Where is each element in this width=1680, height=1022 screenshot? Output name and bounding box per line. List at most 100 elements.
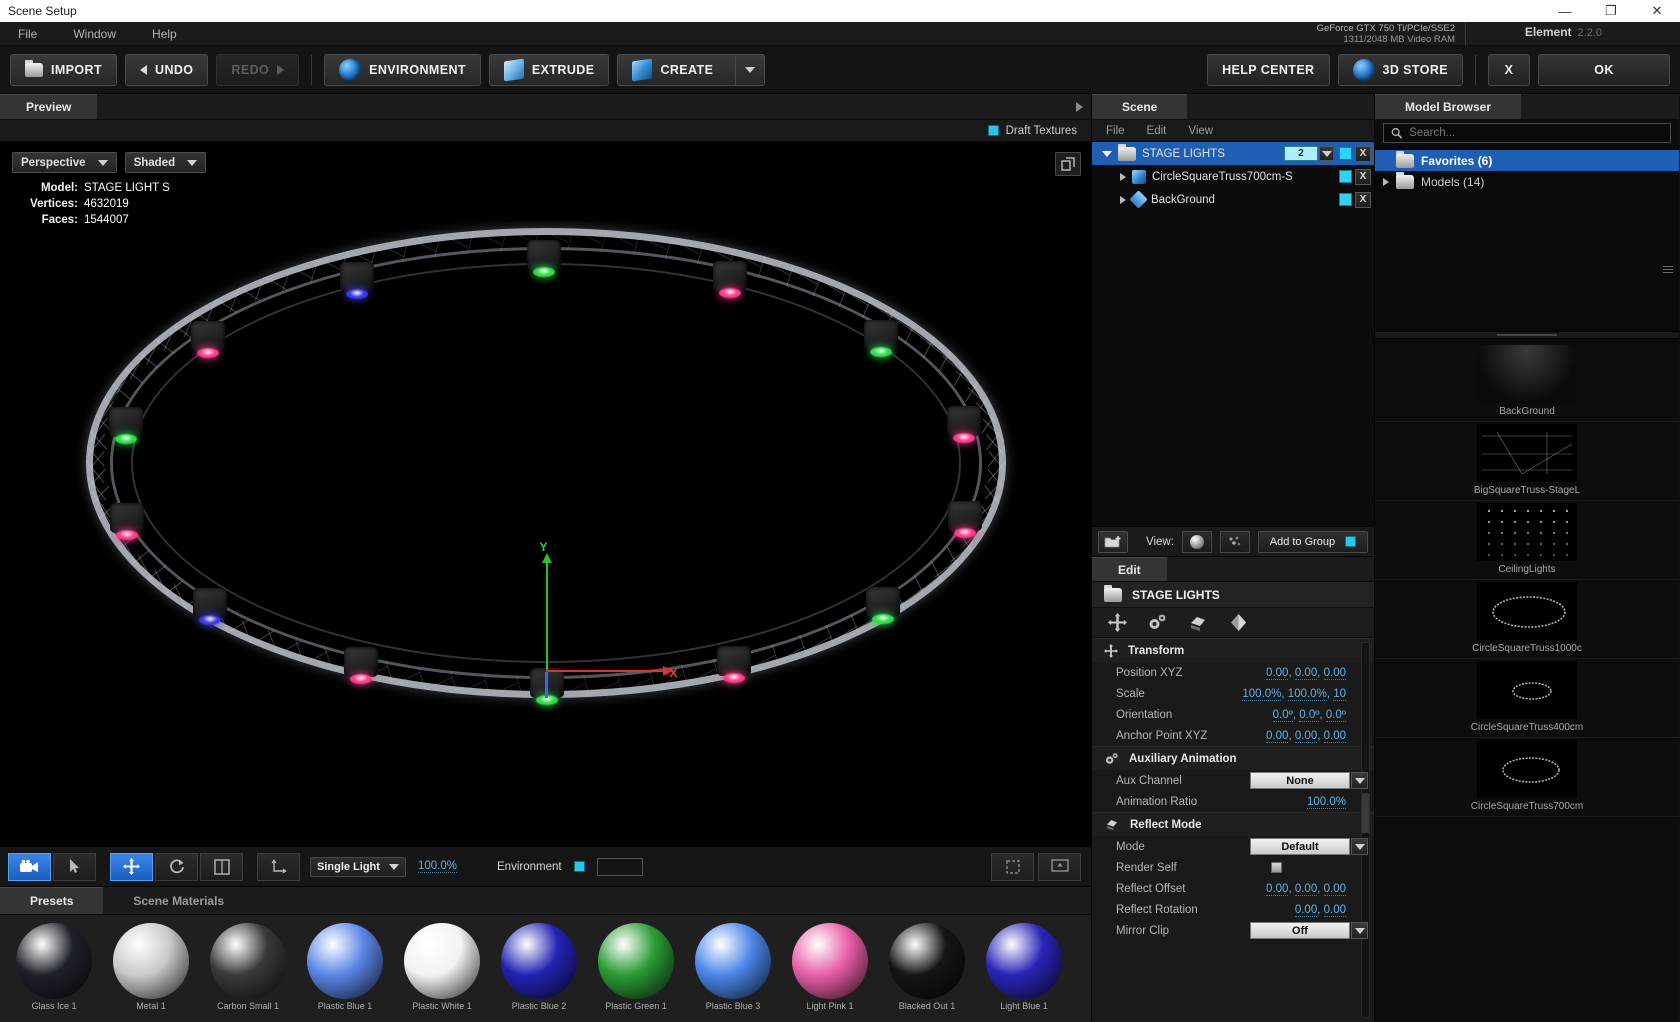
property-value[interactable]: 0.00, 0.00, 0.00 [1266, 666, 1346, 680]
model-thumbnail[interactable]: BackGround [1375, 343, 1679, 422]
import-button[interactable]: IMPORT [10, 53, 118, 86]
undo-button[interactable]: UNDO [125, 53, 209, 86]
menu-item-file[interactable]: File [12, 25, 43, 43]
draft-textures-checkbox[interactable] [987, 125, 999, 136]
visibility-checkbox[interactable] [1339, 147, 1352, 160]
property-value[interactable]: 100.0%, 100.0%, 10 [1242, 687, 1346, 701]
new-group-button[interactable] [1098, 530, 1128, 553]
material-item[interactable]: Metal 1 [113, 923, 189, 1011]
expand-arrow-icon[interactable] [1383, 177, 1389, 186]
store-button[interactable]: 3D STORE [1337, 53, 1463, 86]
material-item[interactable]: Carbon Small 1 [210, 923, 286, 1011]
move-icon[interactable] [1108, 613, 1127, 632]
material-item[interactable]: Blacked Out 1 [889, 923, 965, 1011]
tab-edit[interactable]: Edit [1092, 557, 1167, 581]
move-tool-button[interactable] [110, 852, 153, 881]
camera-mode-dropdown[interactable]: Perspective [12, 152, 117, 173]
help-center-button[interactable]: HELP CENTER [1207, 53, 1330, 86]
reflect-icon[interactable] [1187, 614, 1209, 632]
material-item[interactable]: Light Blue 1 [986, 923, 1062, 1011]
scene-tree-row[interactable]: STAGE LIGHTS 2 X [1092, 142, 1374, 165]
resize-grip-icon[interactable] [1663, 266, 1673, 278]
tab-scene[interactable]: Scene [1092, 94, 1188, 119]
material-item[interactable]: Plastic Blue 3 [695, 923, 771, 1011]
light-intensity-value[interactable]: 100.0% [418, 860, 458, 873]
expand-arrow-icon[interactable] [1120, 195, 1126, 204]
property-value[interactable]: 0.00, 0.00, 0.00 [1266, 729, 1346, 743]
chevron-down-icon[interactable] [1351, 838, 1368, 855]
material-item[interactable]: Plastic Blue 2 [501, 923, 577, 1011]
scene-tree-row[interactable]: BackGround X [1092, 188, 1374, 211]
scene-menu-view[interactable]: View [1188, 125, 1213, 137]
view-shaded-button[interactable] [1181, 530, 1212, 553]
extrude-button[interactable]: EXTRUDE [488, 53, 610, 86]
material-item[interactable]: Glass Ice 1 [16, 923, 92, 1011]
chevron-down-icon[interactable] [1351, 922, 1368, 939]
delete-button[interactable]: X [1355, 168, 1371, 185]
expand-arrow-icon[interactable] [1102, 150, 1112, 157]
light-mode-dropdown[interactable]: Single Light [310, 856, 406, 877]
property-dropdown[interactable]: None [1250, 772, 1350, 789]
search-box[interactable] [1383, 123, 1671, 143]
fullscreen-toggle-button[interactable] [1055, 152, 1081, 176]
add-to-group-button[interactable]: Add to Group [1257, 530, 1368, 553]
axis-space-button[interactable] [257, 852, 300, 881]
redo-button[interactable]: REDO [216, 53, 300, 86]
tab-preview[interactable]: Preview [0, 94, 98, 119]
add-to-group-checkbox[interactable] [1345, 536, 1357, 547]
model-browser-splitter[interactable] [1375, 331, 1679, 339]
ok-button[interactable]: OK [1538, 53, 1670, 86]
gears-icon[interactable] [1147, 613, 1167, 632]
model-browser-row[interactable]: Models (14) [1375, 171, 1679, 192]
property-checkbox[interactable] [1271, 862, 1282, 873]
property-dropdown[interactable]: Default [1250, 838, 1350, 855]
cancel-button[interactable]: X [1488, 53, 1530, 86]
mirror-icon[interactable] [1229, 613, 1248, 632]
tab-scene-materials[interactable]: Scene Materials [103, 887, 255, 914]
model-thumbnail[interactable]: CircleSquareTruss1000c [1375, 580, 1679, 659]
property-value[interactable]: 0.0º, 0.0º, 0.0º [1272, 708, 1346, 722]
scale-tool-button[interactable] [200, 852, 243, 881]
shading-mode-dropdown[interactable]: Shaded [124, 152, 207, 173]
model-thumbnail[interactable]: CeilingLights [1375, 501, 1679, 580]
model-browser-row[interactable]: Favorites (6) [1375, 150, 1679, 171]
rotate-tool-button[interactable] [155, 852, 198, 881]
property-value[interactable]: 0.00, 0.00 [1294, 903, 1346, 917]
chevron-down-icon[interactable] [1319, 146, 1334, 161]
expand-arrow-icon[interactable] [1120, 172, 1126, 181]
viewport-3d[interactable]: Perspective Shaded Model: STAGE LIGHT S V… [0, 142, 1091, 846]
tab-model-browser[interactable]: Model Browser [1375, 94, 1522, 119]
menu-item-help[interactable]: Help [146, 25, 183, 43]
property-group-header[interactable]: Transform [1092, 638, 1374, 662]
tab-presets[interactable]: Presets [0, 887, 104, 914]
search-input[interactable] [1409, 127, 1663, 139]
model-thumbnail[interactable]: BigSquareTruss-StageL [1375, 422, 1679, 501]
material-item[interactable]: Plastic Blue 1 [307, 923, 383, 1011]
property-dropdown[interactable]: Off [1250, 922, 1350, 939]
create-dropdown-toggle[interactable] [735, 54, 764, 85]
grid-toggle-button[interactable] [991, 852, 1034, 881]
environment-checkbox[interactable] [573, 861, 585, 872]
select-tool-button[interactable] [53, 852, 96, 881]
model-thumbnail[interactable]: CircleSquareTruss700cm [1375, 738, 1679, 817]
close-icon[interactable]: ✕ [1634, 0, 1680, 22]
maximize-icon[interactable]: ❐ [1588, 0, 1634, 22]
material-item[interactable]: Light Pink 1 [792, 923, 868, 1011]
property-group-header[interactable]: Auxiliary Animation [1092, 746, 1374, 770]
model-thumbnail[interactable]: CircleSquareTruss400cm [1375, 659, 1679, 738]
panel-expand-arrow-icon[interactable] [1076, 102, 1083, 112]
delete-button[interactable]: X [1355, 145, 1371, 162]
camera-tool-button[interactable] [8, 852, 51, 881]
property-group-header[interactable]: Reflect Mode [1092, 812, 1374, 836]
material-item[interactable]: Plastic Green 1 [598, 923, 674, 1011]
create-button[interactable]: CREATE [617, 53, 766, 86]
delete-button[interactable]: X [1355, 191, 1371, 208]
scene-menu-edit[interactable]: Edit [1147, 125, 1167, 137]
visibility-checkbox[interactable] [1339, 193, 1352, 206]
environment-color-swatch[interactable] [596, 857, 643, 876]
view-wireframe-button[interactable] [1219, 530, 1250, 553]
visibility-checkbox[interactable] [1339, 170, 1352, 183]
menu-item-window[interactable]: Window [67, 25, 122, 43]
scene-tree-row[interactable]: CircleSquareTruss700cm-S X [1092, 165, 1374, 188]
screen-toggle-button[interactable] [1038, 852, 1081, 881]
